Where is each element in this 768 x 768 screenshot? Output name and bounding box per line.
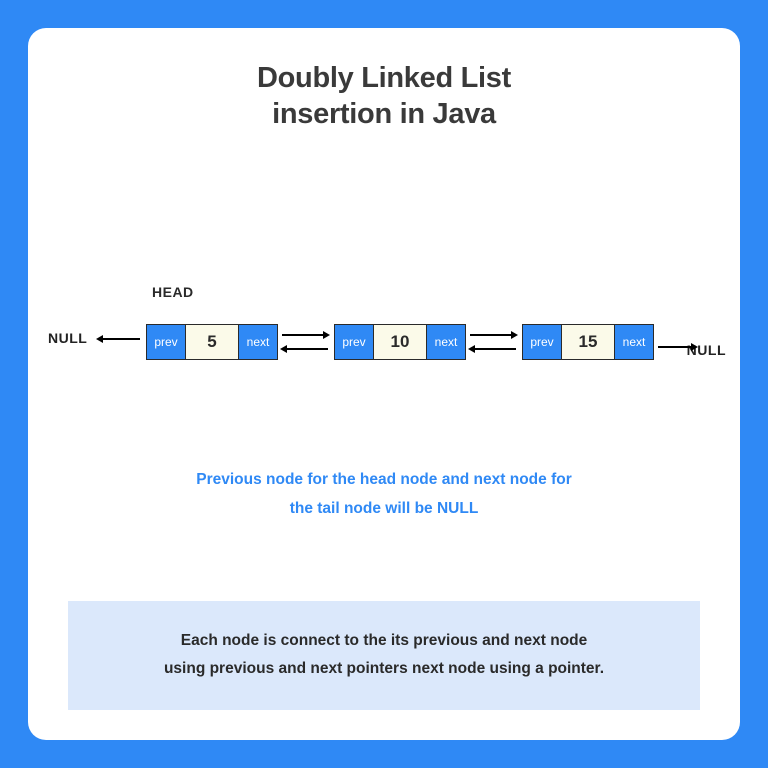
note-text: Previous node for the head node and next…	[28, 466, 740, 523]
footer-line-1: Each node is connect to the its previous…	[181, 632, 588, 649]
arrow-node1-to-node2-next	[282, 334, 324, 336]
footer-box: Each node is connect to the its previous…	[68, 601, 700, 710]
page-title: Doubly Linked List insertion in Java	[52, 60, 716, 133]
node-3: prev 15 next	[522, 324, 654, 360]
null-left-label: NULL	[48, 330, 87, 346]
head-label: HEAD	[152, 284, 194, 300]
arrow-node2-to-node1-prev	[286, 348, 328, 350]
node-3-value: 15	[561, 325, 615, 359]
title-line-1: Doubly Linked List	[257, 62, 511, 94]
content-card: Doubly Linked List insertion in Java HEA…	[28, 28, 740, 740]
arrow-null-to-node1	[102, 338, 140, 340]
node-2-next: next	[427, 325, 465, 359]
title-line-2: insertion in Java	[272, 98, 496, 130]
note-line-1: Previous node for the head node and next…	[196, 471, 571, 488]
node-2-value: 10	[373, 325, 427, 359]
node-1-next: next	[239, 325, 277, 359]
arrow-node3-to-null	[658, 346, 692, 348]
node-1: prev 5 next	[146, 324, 278, 360]
linked-list-diagram: HEAD NULL NULL prev 5 next prev 10 next …	[40, 298, 728, 408]
footer-line-2: using previous and next pointers next no…	[164, 660, 604, 677]
node-3-next: next	[615, 325, 653, 359]
node-2: prev 10 next	[334, 324, 466, 360]
note-line-2: the tail node will be NULL	[290, 500, 479, 517]
arrow-node3-to-node2-prev	[474, 348, 516, 350]
node-1-value: 5	[185, 325, 239, 359]
node-1-prev: prev	[147, 325, 185, 359]
node-3-prev: prev	[523, 325, 561, 359]
node-2-prev: prev	[335, 325, 373, 359]
arrow-node2-to-node3-next	[470, 334, 512, 336]
